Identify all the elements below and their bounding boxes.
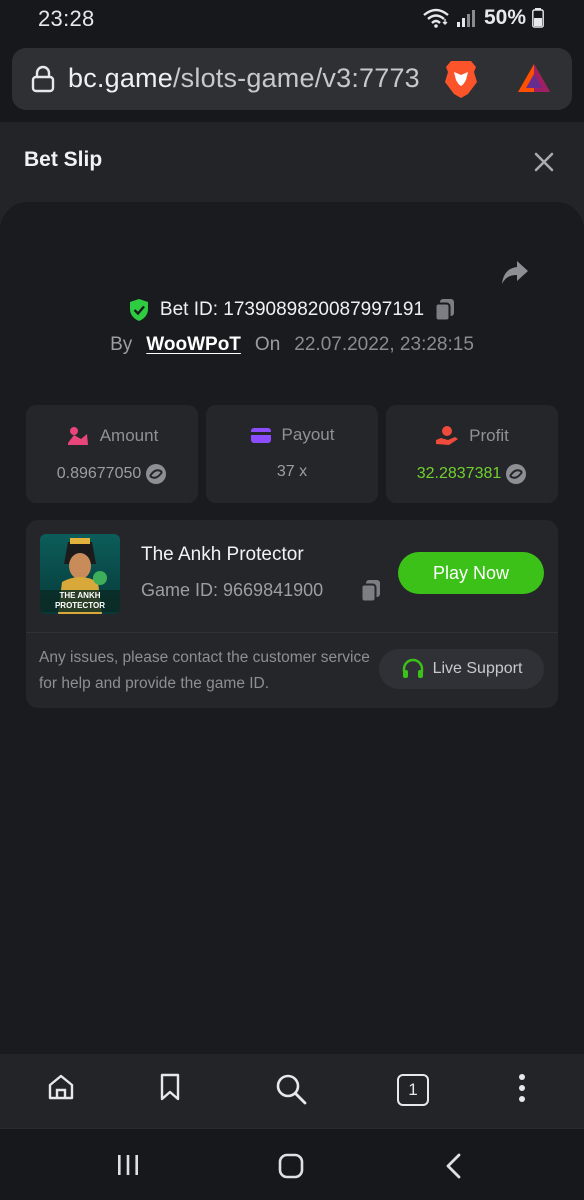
battery-percent: 50%	[483, 6, 526, 29]
currency-coin-icon	[506, 464, 527, 484]
game-card: THE ANKH PROTECTOR The Ankh Protector Ga…	[26, 520, 558, 708]
bet-id-row: Bet ID: 1739089820087997191	[0, 298, 584, 322]
bet-detail-card: Bet ID: 1739089820087997191 By WooWPoT O…	[0, 202, 584, 1054]
payout-box: Payout 37 x	[206, 405, 378, 503]
currency-coin-icon	[146, 464, 167, 484]
home-circle-icon[interactable]	[278, 1153, 304, 1179]
shield-check-icon	[129, 299, 148, 321]
play-now-button[interactable]: Play Now	[398, 552, 544, 594]
amount-box: Amount 0.89677050	[26, 405, 198, 503]
by-label: By	[110, 334, 133, 355]
lock-icon[interactable]	[30, 65, 56, 93]
bookmark-icon[interactable]	[158, 1072, 182, 1102]
amount-value: 0.89677050	[56, 465, 142, 482]
profit-value: 32.2837381	[416, 465, 502, 482]
battery-icon	[532, 8, 544, 28]
headset-icon	[402, 658, 423, 678]
live-support-label: Live Support	[432, 660, 523, 677]
tab-count: 1	[408, 1080, 418, 1099]
share-icon[interactable]	[500, 258, 530, 286]
search-icon[interactable]	[274, 1072, 308, 1106]
bet-stats: Amount 0.89677050 Payout 37 x Profit 32.…	[26, 405, 558, 503]
home-icon[interactable]	[46, 1072, 76, 1102]
on-label: On	[254, 334, 281, 355]
support-note: Any issues, please contact the customer …	[39, 649, 370, 692]
bet-id: Bet ID: 1739089820087997191	[159, 299, 425, 320]
close-icon[interactable]	[530, 148, 558, 176]
svg-text:THE ANKH: THE ANKH	[59, 591, 100, 600]
game-art: THE ANKH PROTECTOR	[40, 534, 120, 614]
bet-slip-sheet: Bet Slip Bet ID: 1739089820087997191 By …	[0, 122, 584, 1054]
copy-icon[interactable]	[434, 298, 456, 322]
more-icon[interactable]	[516, 1072, 528, 1104]
status-icons: 50%	[422, 6, 544, 30]
hand-coin-icon	[436, 426, 459, 445]
url-path: /slots-game/v3:7773	[172, 63, 420, 93]
profit-box: Profit 32.2837381	[386, 405, 558, 503]
url-text[interactable]: bc.game/slots-game/v3:7773	[68, 63, 420, 94]
live-support-button[interactable]: Live Support	[379, 649, 544, 689]
copy-icon[interactable]	[360, 579, 382, 603]
bet-meta-row: By WooWPoT On 22.07.2022, 23:28:15	[0, 334, 584, 356]
bet-datetime: 22.07.2022, 23:28:15	[294, 334, 474, 355]
svg-text:PROTECTOR: PROTECTOR	[55, 601, 105, 610]
payout-value: 37 x	[276, 463, 308, 480]
browser-bottom-nav: 1	[0, 1054, 584, 1128]
user-link[interactable]: WooWPoT	[146, 334, 241, 356]
coin-icon	[67, 427, 88, 445]
game-id: Game ID: 9669841900	[141, 580, 324, 600]
status-bar: 23:28 50%	[0, 0, 584, 38]
game-name[interactable]: The Ankh Protector	[141, 544, 304, 566]
address-bar[interactable]: bc.game/slots-game/v3:7773	[12, 48, 572, 110]
browser-toolbar: bc.game/slots-game/v3:7773	[0, 38, 584, 122]
wallet-icon	[250, 428, 271, 443]
profit-label: Profit	[469, 426, 509, 445]
signal-icon	[456, 10, 475, 27]
wifi-icon	[423, 8, 449, 28]
brave-lion-icon[interactable]	[442, 58, 480, 100]
recents-icon[interactable]	[116, 1153, 140, 1177]
tabs-icon[interactable]: 1	[397, 1074, 429, 1106]
sheet-title: Bet Slip	[24, 148, 103, 171]
bat-triangle-icon[interactable]	[516, 62, 552, 94]
divider	[26, 632, 558, 633]
system-nav-bar	[0, 1128, 584, 1200]
url-domain: bc.game	[68, 63, 173, 93]
game-thumbnail[interactable]: THE ANKH PROTECTOR	[40, 534, 120, 614]
back-icon[interactable]	[444, 1153, 464, 1179]
amount-label: Amount	[99, 426, 159, 445]
status-time: 23:28	[38, 6, 95, 31]
payout-label: Payout	[281, 425, 335, 444]
